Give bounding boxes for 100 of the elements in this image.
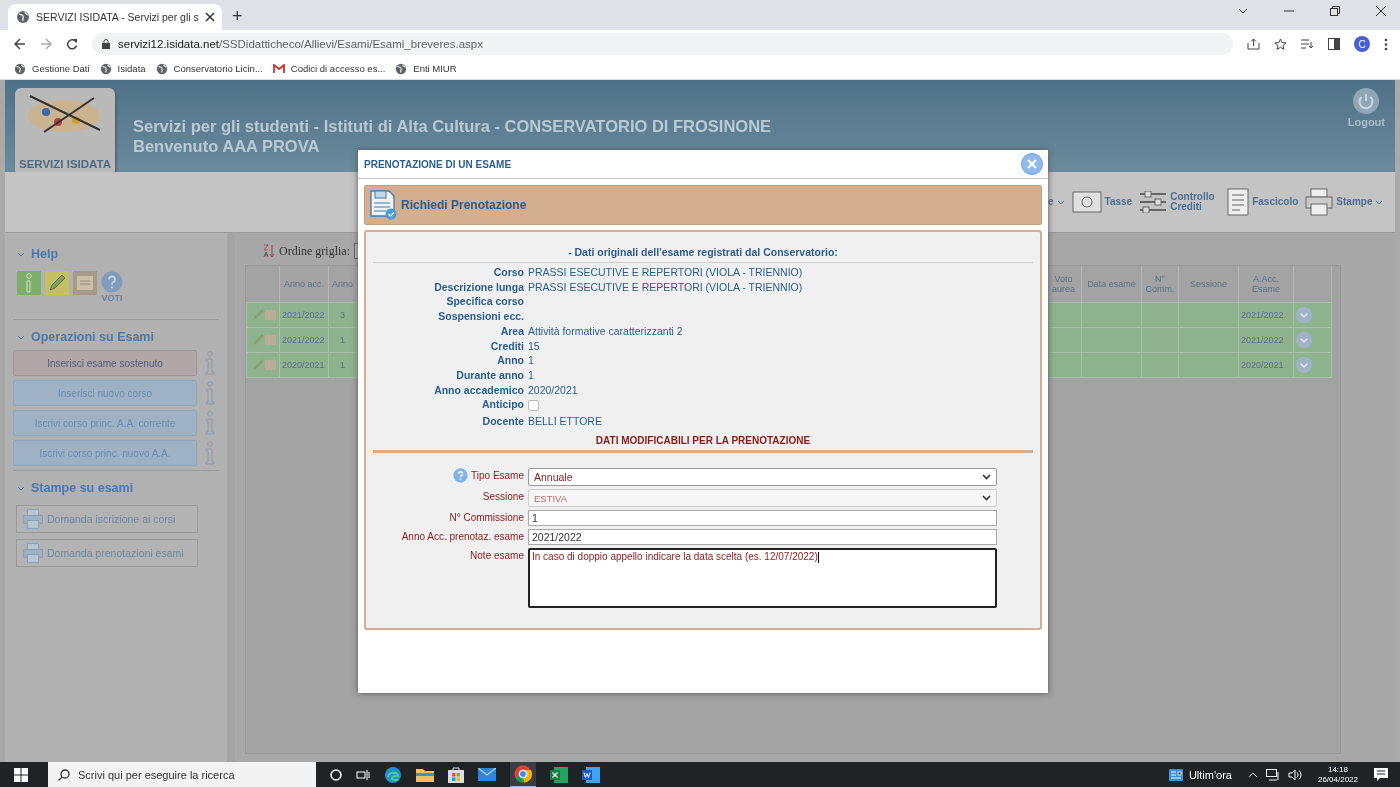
table-cell: 2021/2022 — [1238, 327, 1294, 353]
sort-icon[interactable] — [263, 244, 275, 258]
globe-icon — [155, 62, 168, 75]
bookmark-link[interactable]: Codici di accesso es... — [272, 63, 386, 74]
table-cell: 2021/2022 — [279, 302, 329, 328]
field-label: Sospensioni ecc. — [437, 309, 524, 324]
task-view-icon[interactable] — [356, 768, 370, 781]
save-document-icon — [370, 190, 398, 220]
form-label: Tipo Esame — [471, 470, 524, 482]
address-field[interactable]: servizi12.isidata.net/SSDidatticheco/Allievi/Esami/Esami_breveres.aspx — [92, 33, 1233, 55]
field-label: Descrizione lunga — [433, 279, 524, 295]
field-label: Durante anno — [455, 367, 524, 383]
toolbar-menu-item[interactable]: Tasse — [1071, 191, 1133, 213]
question-icon — [101, 271, 123, 293]
section-heading: DATI MODIFICABILI PER LA PRENOTAZIONE — [373, 429, 1033, 454]
printer-icon — [23, 543, 43, 563]
section-header[interactable]: Help — [31, 247, 59, 261]
folder-icon[interactable] — [416, 767, 434, 782]
share-icon[interactable] — [1247, 38, 1260, 50]
table-cell: 2021/2022 — [1238, 302, 1294, 328]
back-arrow-icon[interactable] — [14, 38, 26, 50]
column-header[interactable]: Anno — [328, 266, 357, 303]
form-label: Note esame — [470, 550, 524, 562]
form-label: N° Commissione — [449, 512, 524, 524]
input-field[interactable]: 1 — [528, 510, 997, 527]
new-tab-button[interactable]: + — [228, 6, 247, 27]
field-value: 2020/2021 — [528, 382, 579, 398]
bookmark-link[interactable]: Conservatorio Licin... — [155, 62, 263, 75]
globe-icon — [99, 62, 112, 75]
menu-icon[interactable] — [1384, 37, 1388, 51]
print-button[interactable]: Domanda iscrizione ai corsi — [16, 505, 198, 533]
column-header[interactable]: N° Comm. — [1141, 266, 1179, 303]
print-button[interactable]: Domanda prenotazioni esami — [16, 539, 198, 567]
column-header[interactable]: Sessione — [1178, 266, 1239, 303]
lock-icon — [102, 39, 110, 49]
close-icon[interactable] — [204, 12, 215, 22]
pencil-icon[interactable] — [45, 271, 69, 295]
toolbar-menu-item[interactable]: Stampe — [1305, 188, 1384, 216]
table-cell: 2020/2021 — [1238, 352, 1294, 378]
spreadsheet-icon[interactable] — [550, 766, 568, 783]
checkbox[interactable] — [528, 400, 539, 412]
restore-icon[interactable] — [1330, 5, 1340, 16]
minimize-icon[interactable] — [1284, 9, 1294, 12]
browser-tab[interactable]: SERVIZI ISIDATA - Servizi per gli s — [8, 4, 222, 30]
globe-icon — [16, 10, 30, 24]
close-icon[interactable] — [1376, 5, 1386, 16]
field-value: BELLI ETTORE — [528, 414, 603, 430]
taskbar-search-field[interactable]: Scrivi qui per eseguire la ricerca — [48, 762, 316, 787]
notification-icon[interactable] — [1374, 768, 1388, 781]
field-label: Anno accademico — [433, 382, 524, 398]
mail-icon[interactable] — [478, 768, 496, 781]
network-icon[interactable] — [1265, 768, 1280, 781]
chrome-icon[interactable] — [514, 764, 532, 783]
notes-textarea[interactable]: In caso di doppio appello indicare la data scelta (es. 12/07/2022) — [528, 548, 997, 609]
field-label: Anno — [496, 353, 524, 368]
field-label: Docente — [481, 414, 524, 430]
dialog-title: PRENOTAZIONE DI UN ESAME — [364, 158, 512, 170]
logout-button[interactable]: Logout — [1347, 88, 1385, 128]
column-header[interactable]: A.Acc. Esame — [1238, 266, 1294, 303]
side-panel-icon[interactable] — [1328, 38, 1340, 50]
star-icon[interactable] — [1274, 37, 1287, 51]
bookmark-link[interactable]: Gestione Dati — [14, 62, 90, 75]
order-label: Ordine griglia: — [279, 243, 350, 259]
speaker-icon[interactable] — [1287, 768, 1302, 781]
tab-title: SERVIZI ISIDATA - Servizi per gli s — [36, 11, 199, 23]
chevron-down-icon[interactable] — [1238, 7, 1248, 14]
profile-avatar[interactable]: C — [1354, 36, 1370, 52]
bookmark-link[interactable]: Enti MIUR — [395, 62, 457, 75]
table-cell: 1 — [328, 327, 357, 353]
field-label: Corso — [492, 265, 524, 280]
welcome-text: Benvenuto AAA PROVA — [133, 136, 321, 156]
reading-list-icon[interactable] — [1301, 39, 1314, 49]
bookmark-link[interactable]: Isidata — [99, 62, 146, 75]
section-header[interactable]: Operazioni su Esami — [31, 330, 154, 344]
field-value: 1 — [528, 367, 535, 383]
scanner-icon — [1071, 191, 1102, 213]
toolbar-menu-item[interactable]: Controllo Crediti — [1139, 191, 1221, 213]
document-icon — [1227, 188, 1250, 216]
chevron-down-icon — [982, 495, 991, 502]
column-header[interactable]: Anno acc. — [279, 266, 329, 303]
news-widget[interactable]: Ultim'ora — [1168, 768, 1232, 781]
form-label: Anno Acc. prenotaz. esame — [401, 531, 524, 543]
table-cell: 2020/2021 — [279, 352, 329, 378]
search-icon — [58, 768, 70, 781]
edge-icon[interactable] — [384, 765, 402, 784]
windows-start-icon[interactable] — [14, 767, 28, 782]
input-field[interactable]: 2021/2022 — [528, 529, 997, 546]
field-value: Attività formative caratterizzanti 2 — [528, 323, 684, 339]
chevron-up-icon[interactable] — [1247, 771, 1258, 778]
toolbar-menu-item[interactable]: Fascicolo — [1227, 188, 1299, 216]
section-header[interactable]: Stampe su esami — [31, 481, 134, 495]
toolbar-menu-item[interactable]: e — [1048, 197, 1065, 207]
column-header[interactable]: Data esame — [1081, 266, 1142, 303]
clock[interactable]: 14:18 26/04/2022 — [1317, 764, 1358, 785]
select-field[interactable]: Annuale — [528, 468, 997, 487]
word-icon[interactable] — [582, 766, 600, 783]
grades-help-button[interactable]: VOTI — [101, 271, 123, 303]
reload-icon[interactable] — [66, 38, 78, 50]
form-label: Sessione — [482, 491, 524, 503]
store-icon[interactable] — [448, 766, 464, 783]
